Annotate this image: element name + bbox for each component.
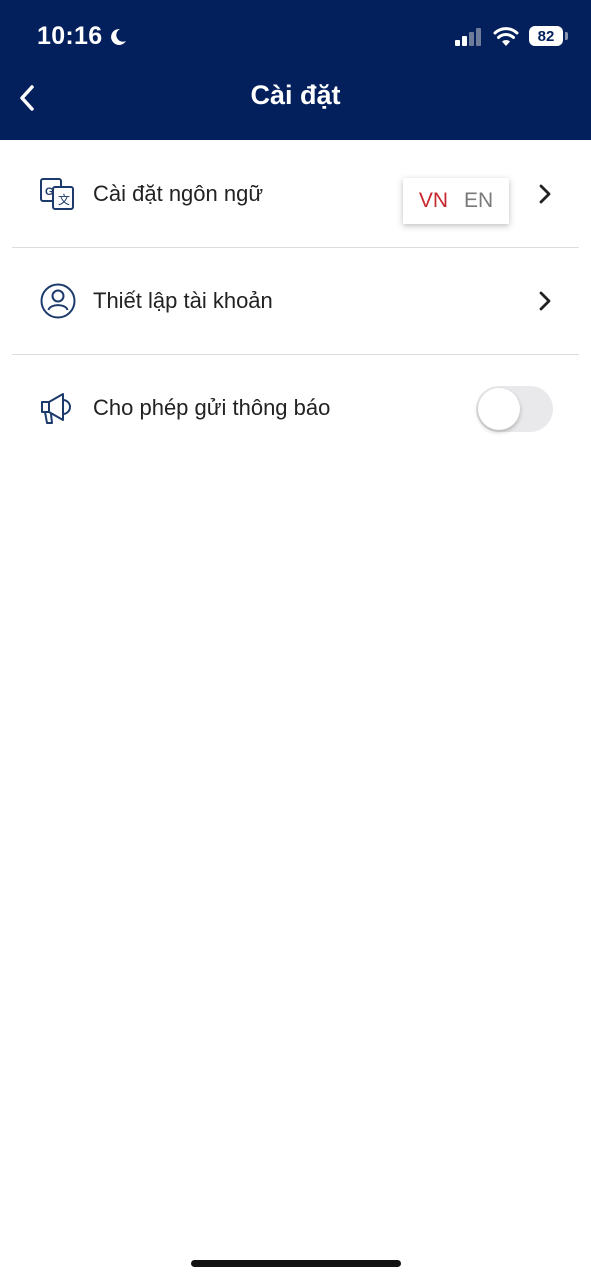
account-settings-row[interactable]: Thiết lập tài khoản <box>12 248 579 355</box>
wifi-icon <box>493 27 519 46</box>
status-time-text: 10:16 <box>37 22 103 50</box>
status-time: 10:16 <box>37 22 128 51</box>
megaphone-icon <box>39 389 77 427</box>
lang-option-vn[interactable]: VN <box>419 189 448 213</box>
battery-icon: 82 <box>529 26 568 46</box>
battery-level: 82 <box>537 27 555 45</box>
chevron-right-icon <box>537 289 553 313</box>
cellular-signal-icon <box>455 28 481 46</box>
chevron-right-icon <box>537 182 553 206</box>
toggle-knob <box>478 388 520 430</box>
page-title: Cài đặt <box>250 80 341 110</box>
notifications-row: Cho phép gửi thông báo <box>12 355 579 461</box>
language-settings-label: Cài đặt ngôn ngữ <box>93 181 264 206</box>
language-switcher[interactable]: VN EN <box>403 178 509 224</box>
lang-option-en[interactable]: EN <box>464 189 493 213</box>
notifications-label: Cho phép gửi thông báo <box>93 395 331 420</box>
user-circle-icon <box>39 282 77 320</box>
home-indicator <box>191 1260 401 1267</box>
svg-text:文: 文 <box>58 192 70 207</box>
notifications-toggle[interactable] <box>476 386 553 432</box>
status-indicators: 82 <box>455 26 568 46</box>
translate-icon: G 文 <box>39 175 77 213</box>
app-header: 10:16 82 Cài đặt <box>0 0 591 140</box>
moon-icon <box>111 28 127 45</box>
account-settings-label: Thiết lập tài khoản <box>93 288 273 313</box>
language-settings-row[interactable]: G 文 Cài đặt ngôn ngữ VN EN <box>12 141 579 248</box>
svg-text:G: G <box>45 186 54 198</box>
